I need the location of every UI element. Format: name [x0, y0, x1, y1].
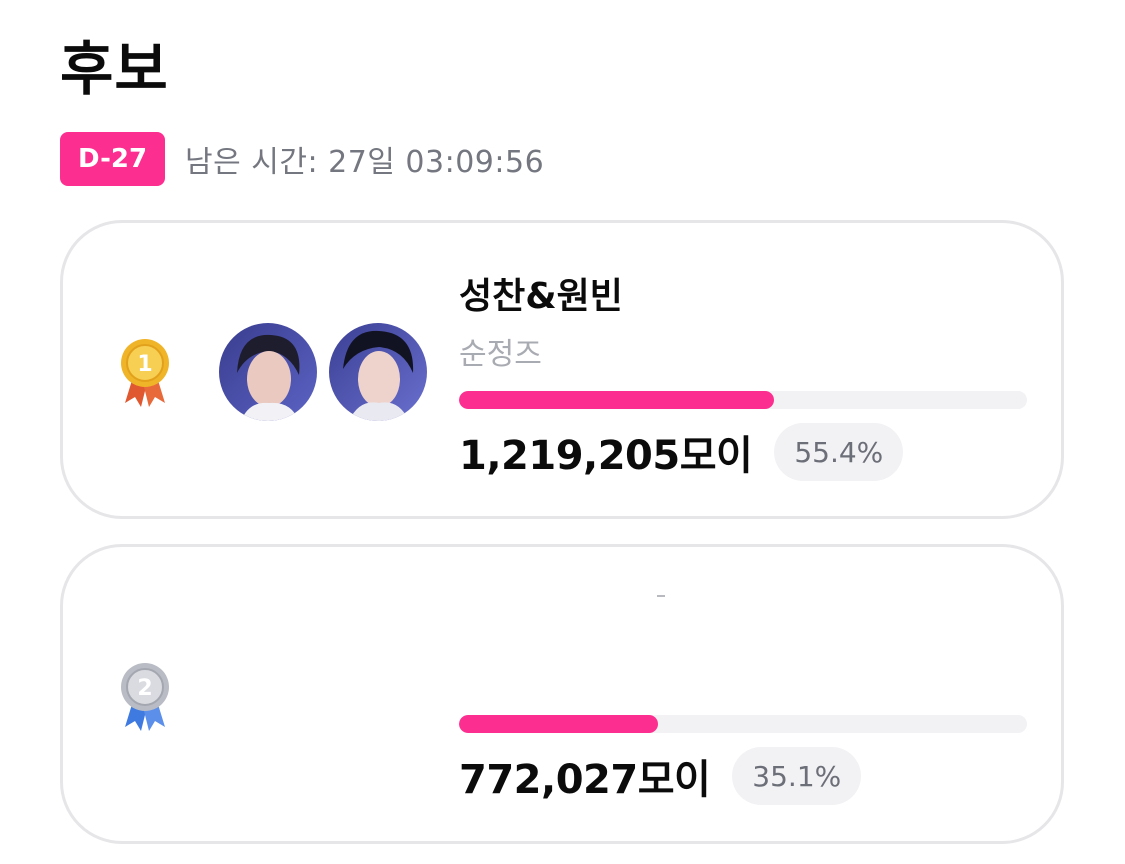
- avatar: [219, 323, 317, 421]
- vote-progress-bar: [459, 391, 1027, 409]
- d-day-badge: D-27: [60, 132, 166, 186]
- vote-percentage-badge: 55.4%: [774, 423, 904, 481]
- candidate-group: 순정즈: [459, 337, 542, 372]
- medal-rank-number: 1: [137, 352, 152, 377]
- vote-progress-fill: [459, 391, 774, 409]
- avatar: [329, 323, 427, 421]
- medal-rank-number: 2: [137, 676, 152, 701]
- vote-summary: 1,219,205모이 55.4%: [459, 423, 904, 481]
- vote-count: 1,219,205모이: [459, 433, 753, 479]
- silver-medal-icon: 2: [115, 657, 175, 737]
- vote-progress-bar: [459, 715, 1027, 733]
- countdown-row: D-27 남은 시간: 27일 03:09:56: [60, 132, 544, 186]
- gold-medal-icon: 1: [115, 333, 175, 413]
- candidate-card-2[interactable]: 2 772,027모이 35.1%: [60, 544, 1064, 844]
- candidate-avatars: [219, 323, 439, 421]
- vote-count: 772,027모이: [459, 757, 711, 803]
- candidate-card-1[interactable]: 1 성찬&원빈 순정즈 1,219,205모이 55.4%: [60, 220, 1064, 519]
- page-title: 후보: [60, 35, 169, 103]
- vote-percentage-badge: 35.1%: [732, 747, 862, 805]
- remaining-time-text: 남은 시간: 27일 03:09:56: [185, 145, 545, 180]
- candidates-page: 후보 D-27 남은 시간: 27일 03:09:56 1 성찬&원빈 순정즈 …: [0, 0, 1125, 864]
- vote-progress-fill: [459, 715, 659, 733]
- placeholder-dash: [657, 595, 665, 597]
- candidate-name: 성찬&원빈: [459, 276, 623, 317]
- vote-summary: 772,027모이 35.1%: [459, 747, 862, 805]
